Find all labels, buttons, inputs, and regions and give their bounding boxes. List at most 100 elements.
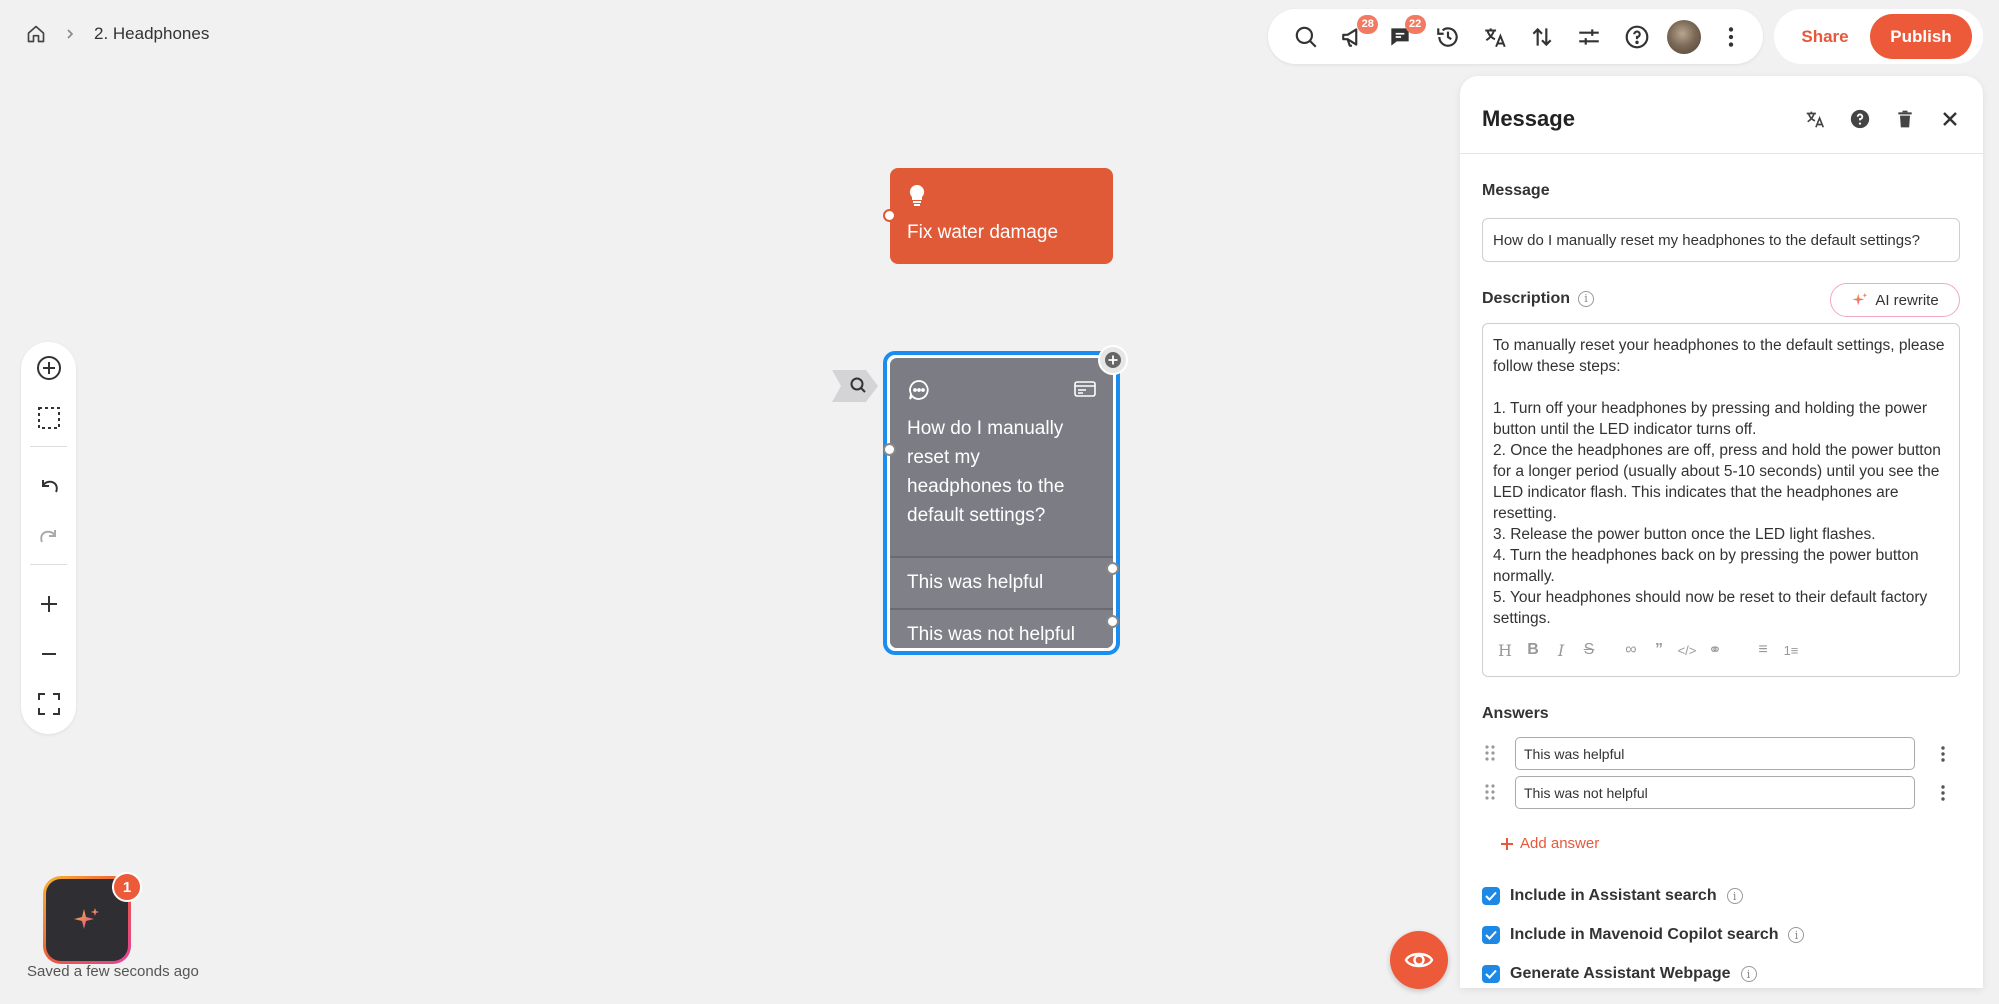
message-node-body: How do I manually reset my headphones to… (890, 358, 1113, 648)
kebab-menu-icon[interactable] (1940, 745, 1946, 763)
search-button[interactable] (1282, 12, 1329, 62)
zoom-in-icon (41, 596, 57, 612)
message-node-input-connector[interactable] (883, 443, 896, 456)
breadcrumb-current[interactable]: 2. Headphones (94, 24, 209, 44)
description-editor[interactable]: To manually reset your headphones to the… (1482, 323, 1960, 677)
kebab-menu-icon[interactable] (1940, 784, 1946, 802)
fullscreen-icon (38, 693, 60, 715)
chevron-right-icon (64, 28, 76, 40)
kebab-menu-icon (1729, 26, 1734, 47)
ai-assistant-badge: 1 (112, 872, 142, 902)
message-node-question: How do I manually reset my headphones to… (907, 418, 1065, 526)
sort-button[interactable] (1518, 12, 1565, 62)
link-icon[interactable]: ∞ (1621, 641, 1641, 659)
message-input[interactable] (1482, 218, 1960, 262)
attachment-icon[interactable]: ⚭ (1705, 640, 1725, 660)
user-avatar-button[interactable] (1660, 12, 1707, 62)
card-icon (1074, 380, 1096, 398)
publish-button[interactable]: Publish (1870, 14, 1972, 59)
checkbox-checked-icon[interactable] (1482, 965, 1500, 983)
answer-row (1460, 776, 1983, 810)
option-label: Include in Assistant search (1510, 887, 1717, 904)
option-label: Include in Mavenoid Copilot search (1510, 926, 1779, 943)
strikethrough-icon[interactable]: S (1579, 641, 1599, 659)
help-circle-icon (1850, 109, 1870, 129)
panel-title: Message (1482, 106, 1575, 131)
zoom-out-button[interactable] (29, 634, 69, 674)
checkbox-checked-icon[interactable] (1482, 887, 1500, 905)
history-button[interactable] (1424, 12, 1471, 62)
home-icon[interactable] (26, 24, 46, 44)
italic-icon[interactable]: I (1551, 641, 1571, 660)
heading-icon[interactable]: H (1495, 641, 1515, 660)
comments-badge: 22 (1404, 14, 1426, 34)
answer-input-helpful[interactable] (1515, 737, 1915, 770)
option-assistant-search[interactable]: Include in Assistant search i (1482, 887, 1743, 905)
message-node[interactable]: How do I manually reset my headphones to… (883, 351, 1120, 655)
help-button[interactable] (1847, 106, 1873, 132)
help-button[interactable] (1613, 12, 1660, 62)
drag-handle-icon[interactable] (1485, 744, 1495, 762)
translate-button[interactable] (1471, 12, 1518, 62)
undo-icon (42, 480, 58, 493)
option-copilot-search[interactable]: Include in Mavenoid Copilot search i (1482, 926, 1805, 944)
publish-actions: Share Publish (1774, 9, 1983, 64)
plus-icon (1501, 837, 1513, 850)
comments-button[interactable]: 22 (1377, 12, 1426, 62)
description-label-text: Description (1482, 290, 1571, 307)
panel-header: Message (1460, 76, 1983, 154)
avatar (1667, 19, 1702, 54)
message-label: Message (1482, 182, 1550, 199)
ai-rewrite-button[interactable]: AI rewrite (1830, 283, 1960, 317)
answer-helpful-connector[interactable] (1106, 562, 1119, 575)
canvas-tools (21, 342, 76, 734)
info-icon[interactable]: i (1740, 966, 1757, 982)
select-area-button[interactable] (29, 398, 69, 438)
info-icon[interactable]: i (1578, 290, 1595, 307)
zoom-in-button[interactable] (29, 584, 69, 624)
settings-button[interactable] (1566, 12, 1613, 62)
drag-handle-icon[interactable] (1485, 783, 1495, 801)
redo-icon (40, 530, 56, 543)
info-icon[interactable]: i (1726, 888, 1743, 904)
delete-button[interactable] (1892, 106, 1918, 132)
lightbulb-icon (907, 184, 927, 206)
fit-view-button[interactable] (29, 684, 69, 724)
redo-button[interactable] (29, 516, 69, 556)
description-text[interactable]: To manually reset your headphones to the… (1493, 335, 1951, 629)
tip-node[interactable]: Fix water damage (890, 168, 1113, 264)
message-properties-panel: Message Message Descriptioni AI rewrite … (1460, 76, 1983, 988)
tip-node-input-connector[interactable] (883, 209, 896, 222)
answer-input-not-helpful[interactable] (1515, 776, 1915, 809)
checkbox-checked-icon[interactable] (1482, 926, 1500, 944)
help-icon (1625, 25, 1649, 48)
code-icon[interactable]: </> (1677, 643, 1697, 658)
answer-not-helpful-connector[interactable] (1106, 615, 1119, 628)
add-node-button[interactable] (29, 348, 69, 388)
share-button[interactable]: Share (1780, 14, 1870, 59)
add-answer-button[interactable]: Add answer (1500, 835, 1599, 852)
zoom-out-icon (42, 653, 56, 655)
more-options-button[interactable] (1708, 12, 1755, 62)
node-answer-not-helpful[interactable]: This was not helpful (890, 608, 1113, 648)
info-icon[interactable]: i (1788, 927, 1805, 943)
divider (30, 446, 67, 447)
numbered-list-icon[interactable]: 1≡ (1781, 643, 1801, 658)
node-answer-helpful[interactable]: This was helpful (890, 556, 1113, 608)
add-child-button[interactable] (1098, 345, 1128, 375)
announcements-badge: 28 (1357, 14, 1379, 34)
preview-button[interactable] (1390, 931, 1448, 989)
translate-icon (1806, 111, 1825, 128)
tip-node-text: Fix water damage (907, 222, 1059, 243)
description-label: Description i (1482, 290, 1595, 308)
undo-button[interactable] (29, 466, 69, 506)
close-button[interactable] (1937, 106, 1963, 132)
quote-icon[interactable]: ” (1649, 641, 1669, 659)
bullet-list-icon[interactable]: ≡ (1753, 641, 1773, 659)
translate-button[interactable] (1802, 106, 1828, 132)
option-generate-webpage[interactable]: Generate Assistant Webpage i (1482, 965, 1757, 983)
sort-arrows-icon (1532, 27, 1552, 46)
search-tag-icon[interactable] (832, 370, 878, 402)
bold-icon[interactable]: B (1523, 641, 1543, 659)
announcements-button[interactable]: 28 (1329, 12, 1379, 62)
